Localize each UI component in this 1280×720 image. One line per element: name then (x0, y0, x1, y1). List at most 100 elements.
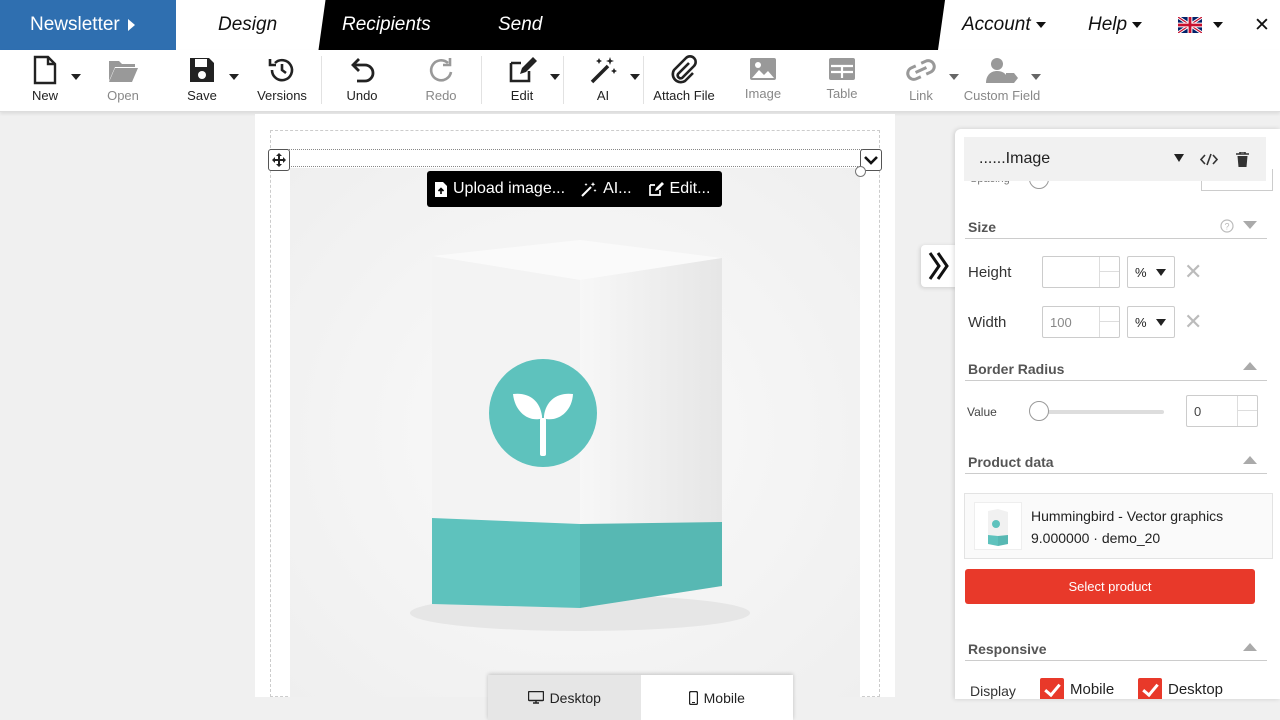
chevron-down-icon[interactable] (71, 74, 81, 80)
height-input[interactable] (1042, 256, 1120, 288)
svg-text:?: ? (1224, 222, 1229, 232)
save-button[interactable]: Save (183, 55, 221, 107)
code-icon[interactable] (1200, 153, 1218, 166)
collapse-border-radius-icon[interactable] (1243, 362, 1257, 370)
desktop-view-button[interactable]: Desktop (488, 675, 641, 720)
width-label: Width (968, 314, 1007, 331)
trash-icon[interactable] (1236, 152, 1249, 167)
save-label: Save (187, 88, 217, 103)
radius-stepper[interactable] (1237, 396, 1257, 426)
desktop-label: Desktop (549, 689, 601, 706)
attach-file-button[interactable]: Attach File (651, 55, 717, 107)
edit-icon (509, 57, 537, 83)
width-unit-select[interactable]: % (1127, 306, 1175, 338)
properties-panel: Spacing ......Image Size ? Height % ✕ Wi… (955, 129, 1280, 699)
chevron-down-icon (1213, 22, 1223, 28)
chevron-down-icon[interactable] (1031, 74, 1041, 80)
radius-input[interactable]: 0 (1186, 395, 1258, 427)
account-menu[interactable]: Account (962, 14, 1046, 36)
collapse-responsive-icon[interactable] (1243, 643, 1257, 651)
language-selector[interactable] (1177, 15, 1223, 38)
size-section-title: Size (968, 219, 997, 235)
responsive-section-title: Responsive (968, 641, 1047, 657)
top-navigation: Newsletter Design Recipients Send Accoun… (0, 0, 1280, 50)
custom-field-label: Custom Field (963, 88, 1041, 103)
attach-file-label: Attach File (653, 88, 715, 103)
resize-handle[interactable] (855, 166, 866, 177)
newsletter-label: Newsletter (30, 14, 120, 35)
chevron-down-icon (1132, 21, 1143, 28)
file-upload-icon (435, 181, 447, 197)
undo-label: Undo (346, 88, 378, 103)
edit-image-label: Edit... (669, 180, 711, 197)
file-icon (33, 55, 57, 85)
ai-button[interactable]: AI (584, 55, 622, 107)
chevron-down-icon (864, 156, 878, 165)
open-button[interactable]: Open (104, 55, 142, 107)
help-label: Help (1088, 14, 1128, 35)
move-handle[interactable] (268, 149, 290, 171)
upload-image-button[interactable]: Upload image... (427, 180, 573, 198)
new-button[interactable]: New (26, 55, 64, 107)
clear-height-icon[interactable]: ✕ (1184, 259, 1202, 285)
newsletter-menu[interactable]: Newsletter (0, 0, 176, 50)
collapse-product-data-icon[interactable] (1243, 456, 1257, 464)
tab-send[interactable]: Send (498, 14, 542, 36)
width-stepper[interactable] (1099, 307, 1119, 337)
desktop-icon (527, 691, 544, 704)
redo-label: Redo (425, 88, 457, 103)
section-divider (965, 473, 1267, 474)
versions-button[interactable]: Versions (254, 55, 310, 107)
tab-recipients[interactable]: Recipients (342, 14, 431, 36)
toolbar-divider (643, 56, 644, 104)
help-menu[interactable]: Help (1088, 14, 1143, 36)
ai-image-label: AI... (603, 180, 632, 197)
edit-label: Edit (510, 88, 534, 103)
edit-button[interactable]: Edit (503, 55, 541, 107)
folder-icon (109, 61, 138, 82)
mobile-view-button[interactable]: Mobile (641, 675, 794, 720)
clear-width-icon[interactable]: ✕ (1184, 309, 1202, 335)
height-stepper[interactable] (1099, 257, 1119, 287)
ai-image-button[interactable]: AI... (573, 180, 639, 198)
help-icon[interactable]: ? (1220, 219, 1234, 233)
save-icon (190, 58, 214, 82)
redo-button[interactable]: Redo (422, 55, 460, 107)
redo-icon (429, 58, 453, 82)
block-type-header[interactable]: ......Image (964, 137, 1266, 181)
product-image[interactable] (290, 168, 860, 697)
edit-image-button[interactable]: Edit... (640, 180, 719, 198)
section-divider (965, 238, 1267, 239)
product-thumbnail (974, 502, 1022, 550)
radius-slider-knob[interactable] (1029, 401, 1049, 421)
collapse-size-icon[interactable] (1243, 221, 1257, 229)
image-button[interactable]: Image (743, 55, 783, 107)
magic-wand-icon (590, 57, 617, 84)
chevron-down-icon[interactable] (550, 74, 560, 80)
table-button[interactable]: Table (822, 55, 862, 107)
chevron-down-icon[interactable] (949, 74, 959, 80)
height-unit-select[interactable]: % (1127, 256, 1175, 288)
undo-button[interactable]: Undo (343, 55, 381, 107)
section-divider (965, 380, 1267, 381)
close-button[interactable]: ✕ (1254, 14, 1270, 37)
mobile-display-label: Mobile (1070, 681, 1115, 698)
chevron-down-icon[interactable] (229, 74, 239, 80)
mobile-label: Mobile (703, 689, 745, 706)
chevron-down-icon[interactable] (1174, 154, 1184, 162)
move-icon (272, 153, 286, 167)
mobile-display-checkbox[interactable] (1040, 678, 1064, 699)
radius-value: 0 (1194, 404, 1202, 419)
radius-slider-track[interactable] (1039, 410, 1164, 414)
chevron-down-icon[interactable] (630, 74, 640, 80)
chevrons-right-icon (928, 252, 949, 280)
panel-toggle-button[interactable] (921, 245, 957, 287)
tab-design[interactable]: Design (218, 14, 277, 36)
link-button[interactable]: Link (902, 55, 940, 107)
custom-field-button[interactable]: Custom Field (962, 55, 1042, 107)
select-product-button[interactable]: Select product (965, 569, 1255, 604)
uk-flag-icon (1177, 15, 1203, 35)
desktop-display-checkbox[interactable] (1138, 678, 1162, 699)
width-input[interactable]: 100 (1042, 306, 1120, 338)
product-box-thumbnail (988, 509, 1008, 546)
